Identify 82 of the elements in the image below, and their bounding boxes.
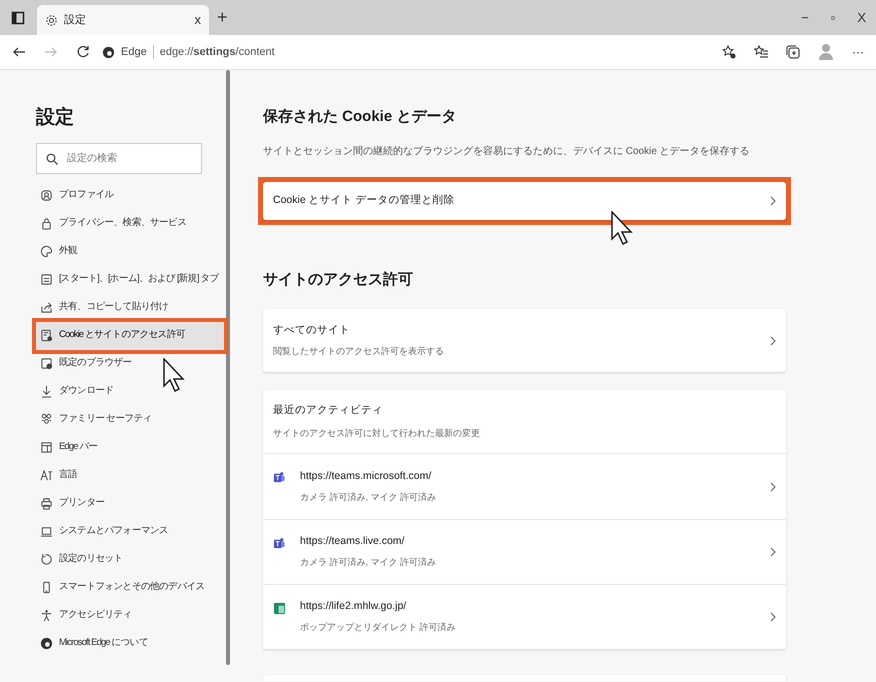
search-field[interactable]: 設定の検索 [36, 142, 202, 174]
all-sites-card[interactable]: すべてのサイト 閲覧したサイトのアクセス許可を表示する [263, 309, 786, 372]
pointer-icon [163, 358, 187, 392]
sidebar-item[interactable]: スマートフォンとその他のデバイス [36, 574, 224, 602]
chevron-right-icon [770, 547, 776, 557]
team-logo-icon [273, 471, 286, 484]
chevron-right-icon [770, 336, 776, 346]
reset-icon [40, 553, 53, 566]
sidebar-item[interactable]: ファミリー セーフティ [36, 406, 224, 434]
sidebar-item[interactable]: プロファイル [36, 182, 224, 210]
gear-icon [45, 14, 58, 26]
page-logo-icon [273, 602, 286, 615]
browser-icon [40, 357, 53, 370]
restore-button[interactable]: ▫ [830, 8, 836, 28]
site-row[interactable]: https://life2.mhlw.go.jp/ ポップアップとリダイレクト 許可済み [263, 584, 786, 649]
pointer-icon [611, 211, 635, 245]
new-tab-button[interactable]: + [217, 4, 228, 31]
url-field[interactable]: edge://settings/content [160, 44, 275, 60]
more-button[interactable]: ··· [852, 43, 864, 61]
translate-icon [40, 469, 53, 482]
close-tab-button[interactable]: x [194, 10, 201, 30]
laptop-icon [40, 525, 53, 538]
printer-icon [40, 497, 53, 510]
chevron-right-icon [770, 482, 776, 492]
row-label: Cookie とサイト データの管理と削除 [273, 192, 456, 208]
sidebar-item[interactable]: アクセシビリティ [36, 602, 224, 630]
card-subtitle: サイトのアクセス許可に対して行われた最新の変更 [273, 426, 481, 440]
share-icon [40, 301, 53, 314]
sidebar-item[interactable]: ダウンロード [36, 378, 224, 406]
sidebar-item[interactable]: システムとパフォーマンス [36, 518, 224, 546]
site-url: https://teams.live.com/ [300, 534, 406, 550]
collections-icon[interactable] [786, 45, 800, 59]
back-icon[interactable] [12, 45, 26, 59]
site-label: Edge [121, 44, 147, 60]
section-heading: 保存された Cookie とデータ [263, 107, 458, 127]
sidebar-item[interactable]: プリンター [36, 490, 224, 518]
team-logo-icon [273, 537, 286, 550]
sidebar-item[interactable]: Microsoft Edge について [36, 630, 224, 658]
card-title: 最近のアクティビティ [273, 402, 384, 418]
browser-tab[interactable]: 設定 x [37, 5, 209, 35]
card-title: すべてのサイト [273, 322, 351, 338]
favorites-icon[interactable] [754, 45, 768, 59]
site-row[interactable]: https://teams.microsoft.com/ カメラ 許可済み, マイク 許可済み [263, 454, 786, 519]
site-permissions: カメラ 許可済み, マイク 許可済み [300, 556, 438, 570]
sidebar-item[interactable]: 言語 [36, 462, 224, 490]
search-icon [46, 152, 58, 164]
sidebar-item[interactable]: プライバシー、検索、サービス [36, 210, 224, 238]
sidebar-item[interactable]: 外観 [36, 238, 224, 266]
tab-title: 設定 [64, 12, 87, 28]
sidebar-item[interactable]: 共有、コピーして貼り付け [36, 294, 224, 322]
add-favorite-icon[interactable] [722, 45, 736, 59]
site-url: https://teams.microsoft.com/ [300, 468, 432, 484]
browser-logo-icon [102, 46, 115, 58]
download-icon [40, 385, 53, 398]
manage-cookies-row[interactable]: Cookie とサイト データの管理と削除 [263, 182, 786, 220]
sidebar-item[interactable]: Edge バー [36, 434, 224, 462]
chevron-right-icon [770, 196, 776, 206]
sidebar-item[interactable]: 設定のリセット [36, 546, 224, 574]
window-icon [40, 273, 53, 286]
accessibility-icon [40, 609, 53, 622]
site-row[interactable]: https://teams.live.com/ カメラ 許可済み, マイク 許可済み [263, 519, 786, 584]
sidebar-panel-icon [40, 441, 53, 454]
sidebar-item[interactable]: [スタート]、[ホーム]、および [新規] タブ [36, 266, 224, 294]
site-permissions: カメラ 許可済み, マイク 許可済み [300, 490, 438, 504]
chevron-right-icon [770, 612, 776, 622]
sidebar-title: 設定 [36, 106, 75, 130]
sidebar-item[interactable]: 既定のブラウザー [36, 350, 224, 378]
sidebar-item[interactable]: Cookie とサイトのアクセス許可 [36, 322, 224, 350]
site-permissions: ポップアップとリダイレクト 許可済み [300, 621, 457, 634]
minimize-button[interactable]: − [801, 8, 809, 28]
site-url: https://life2.mhlw.go.jp/ [300, 599, 408, 614]
palette-icon [40, 245, 53, 258]
section-heading: サイトのアクセス許可 [263, 270, 414, 290]
browser-logo-icon [40, 637, 53, 650]
card-subtitle: 閲覧したサイトのアクセス許可を表示する [273, 344, 445, 358]
cookie-page-icon [40, 329, 53, 342]
close-button[interactable]: X [857, 8, 866, 28]
section-description: サイトとセッション間の継続的なブラウジングを容易にするために、デバイスに Cookie とデータを保存する [263, 144, 751, 158]
lock-icon [40, 217, 53, 230]
family-icon [40, 413, 53, 426]
refresh-icon[interactable] [76, 45, 90, 59]
person-icon [40, 189, 53, 202]
